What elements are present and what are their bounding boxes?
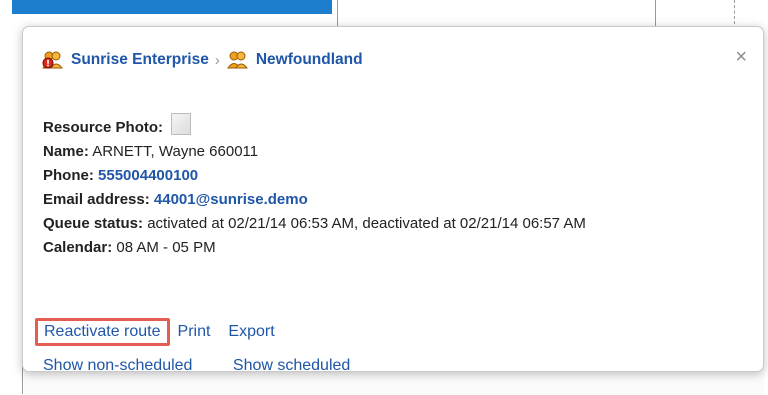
reactivate-route-link[interactable]: Reactivate route [35, 318, 170, 346]
queue-status-label: Queue status: [43, 215, 144, 232]
breadcrumb-separator: › [214, 51, 220, 69]
breadcrumb-parent-link[interactable]: Sunrise Enterprise [71, 51, 209, 69]
close-icon[interactable]: × [735, 47, 747, 67]
group-alert-icon [41, 50, 64, 70]
show-non-scheduled-link[interactable]: Show non-scheduled [43, 357, 192, 371]
print-link[interactable]: Print [178, 323, 211, 341]
name-value: ARNETT, Wayne 660011 [92, 143, 259, 160]
resource-details: Resource Photo: Name: ARNETT, Wayne 6600… [43, 113, 743, 257]
name-label: Name: [43, 143, 89, 160]
broken-image-icon [171, 113, 192, 135]
phone-label: Phone: [43, 167, 94, 184]
breadcrumb-child-link[interactable]: Newfoundland [256, 51, 363, 69]
background-selected-bar [12, 0, 332, 14]
photo-label: Resource Photo: [43, 119, 164, 136]
email-label: Email address: [43, 191, 150, 208]
resource-details-popup: Sunrise Enterprise › Newfoundland × Reso… [22, 26, 764, 372]
action-links: Reactivate route Print Export [35, 317, 275, 347]
calendar-label: Calendar: [43, 239, 113, 256]
schedule-links: Show non-scheduled Show scheduled [43, 357, 743, 371]
queue-status-value: activated at 02/21/14 06:53 AM, deactiva… [147, 215, 586, 232]
phone-link[interactable]: 555004400100 [98, 167, 198, 184]
show-scheduled-link[interactable]: Show scheduled [233, 357, 350, 371]
breadcrumb: Sunrise Enterprise › Newfoundland [41, 49, 363, 71]
email-link[interactable]: 44001@sunrise.demo [154, 191, 308, 208]
export-link[interactable]: Export [228, 323, 274, 341]
group-icon [226, 50, 248, 70]
calendar-value: 08 AM - 05 PM [116, 239, 216, 256]
